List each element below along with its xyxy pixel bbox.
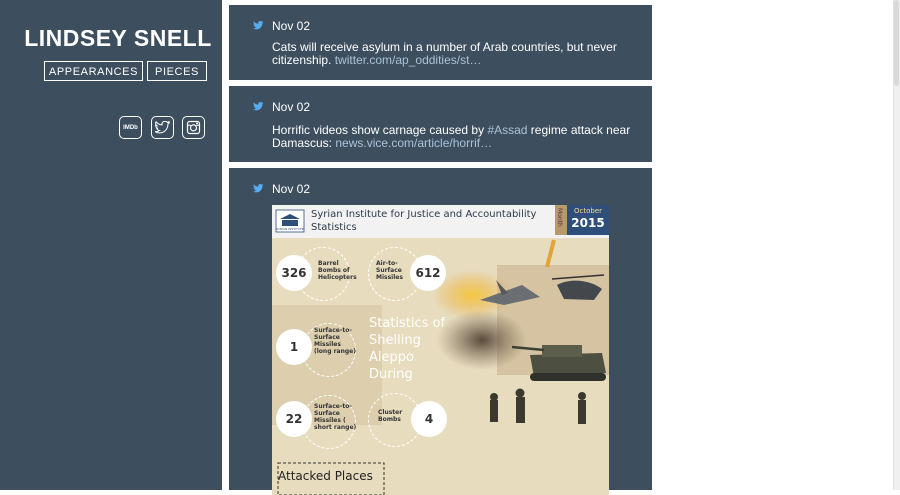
stat-label-cluster-bombs: Cluster Bombs <box>378 409 403 423</box>
hashtag-link[interactable]: #Assad <box>487 123 527 137</box>
tweet-body: Horrific videos show carnage caused by <box>272 123 488 137</box>
tweet-date[interactable]: Nov 02 <box>272 19 310 33</box>
attacked-places-label: Attacked Places <box>278 469 373 483</box>
site-title[interactable]: LINDSEY SNELL <box>0 25 236 52</box>
tweet-card[interactable]: Nov 02 Cats will receive asylum in a num… <box>229 5 652 80</box>
twitter-bird-icon <box>253 17 264 35</box>
tweet-text: Cats will receive asylum in a number of … <box>272 41 632 67</box>
imdb-icon[interactable]: IMDb <box>119 116 142 139</box>
pieces-button[interactable]: PIECES <box>147 61 207 81</box>
twitter-bird-icon <box>253 98 264 116</box>
infographic-title: Syrian Institute for Justice and Account… <box>311 208 536 234</box>
stat-label-air-to-surface: Air-to-Surface Missiles <box>376 260 403 281</box>
stat-value-cluster-bombs: 4 <box>411 401 447 437</box>
twitter-icon[interactable] <box>151 116 174 139</box>
stat-label-long-range: Surface-to-Surface Missiles (long range) <box>314 327 356 355</box>
stat-value-long-range: 1 <box>276 329 312 365</box>
stat-value-barrel-bombs: 326 <box>276 255 312 291</box>
infographic-month: October <box>573 207 602 215</box>
tweet-link[interactable]: twitter.com/ap_oddities/st… <box>335 53 482 67</box>
tweet-date[interactable]: Nov 02 <box>272 182 310 196</box>
tweet-text: Horrific videos show carnage caused by #… <box>272 124 632 150</box>
appearances-button[interactable]: APPEARANCES <box>44 61 143 81</box>
instagram-icon[interactable] <box>182 116 205 139</box>
infographic-title-text: Syrian Institute for Justice and Account… <box>311 209 537 233</box>
infographic-year: 2015 <box>571 216 605 230</box>
tweet-card[interactable]: Nov 02 Horrific videos show carnage caus… <box>229 86 652 162</box>
infographic-heading: Statistics of Shelling Aleppo During <box>369 316 446 382</box>
imdb-label: IMDb <box>123 124 138 131</box>
infographic-month-label: Month <box>556 208 563 227</box>
tweet-link[interactable]: news.vice.com/article/horrif… <box>335 136 492 150</box>
syrian-institute-logo: SYRIAN INSTITUTE <box>276 227 304 231</box>
stat-value-air-to-surface: 612 <box>410 255 446 291</box>
tweet-date[interactable]: Nov 02 <box>272 100 310 114</box>
twitter-bird-icon <box>253 180 264 198</box>
stat-value-short-range: 22 <box>276 401 312 437</box>
stat-label-short-range: Surface-to-Surface Missiles ( short rang… <box>314 403 357 431</box>
stat-label-barrel-bombs: Barrel Bombs of Helicopters <box>318 260 357 281</box>
tweet-image-infographic[interactable]: Syrian Institute for Justice and Account… <box>272 205 609 495</box>
scrollbar-thumb[interactable] <box>894 0 899 86</box>
